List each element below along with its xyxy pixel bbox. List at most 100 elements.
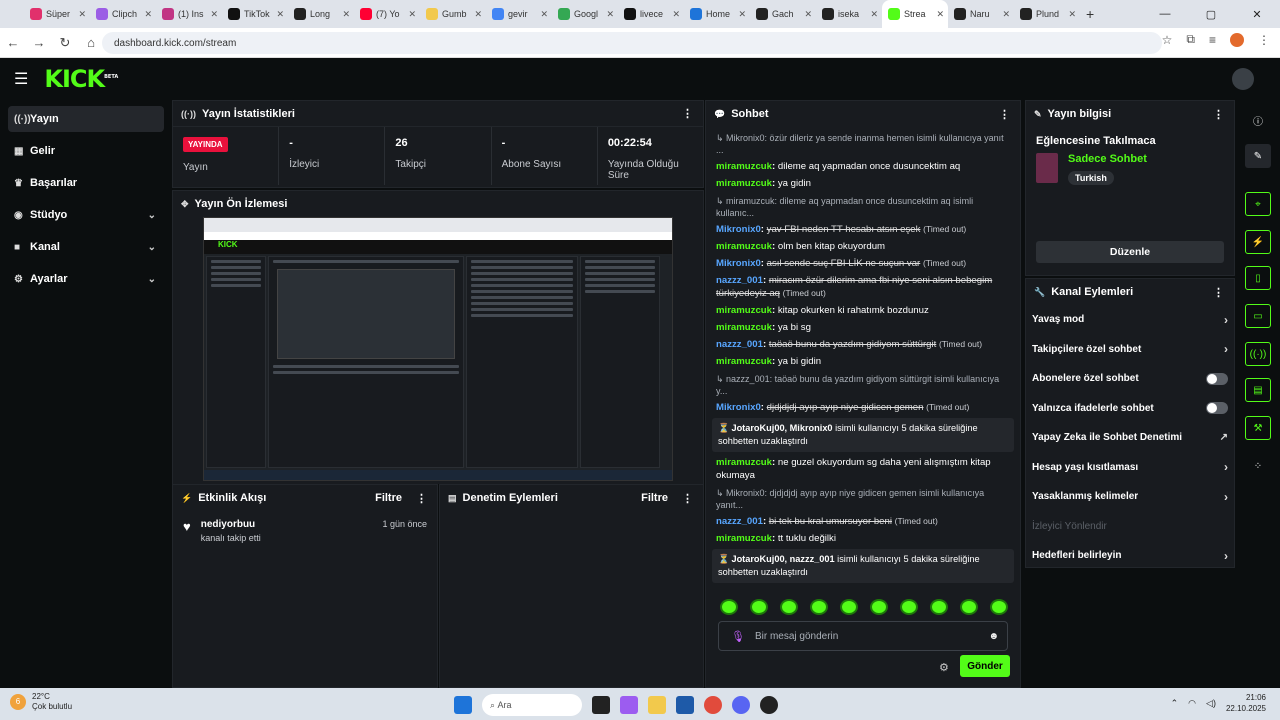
edit-button[interactable]: Düzenle: [1036, 241, 1224, 263]
channel-action-item[interactable]: Yalnızca ifadelerle sohbet: [1026, 394, 1234, 424]
browser-tab[interactable]: Home ✕: [684, 0, 750, 28]
network-icon[interactable]: ◠: [1188, 698, 1196, 709]
channel-action-item[interactable]: Yasaklanmış kelimeler ›: [1026, 482, 1234, 512]
sidebar-item-gelir[interactable]: ▦ Gelir: [8, 138, 164, 164]
task-view-icon[interactable]: [592, 696, 610, 714]
back-icon[interactable]: ←: [0, 35, 26, 50]
emote-icon[interactable]: [990, 599, 1008, 615]
channel-action-item[interactable]: Yavaş mod ›: [1026, 305, 1234, 335]
close-tab-icon[interactable]: ✕: [870, 9, 878, 20]
pencil-icon[interactable]: ✎: [1245, 144, 1271, 168]
emote-icon[interactable]: [750, 599, 768, 615]
browser-tab[interactable]: livece ✕: [618, 0, 684, 28]
kebab-menu-icon[interactable]: ⋮: [1213, 286, 1224, 299]
activity-user[interactable]: nediyorbuu: [201, 519, 261, 530]
kebab-menu-icon[interactable]: ⋮: [682, 492, 693, 505]
bookmark-star-icon[interactable]: ☆: [1162, 33, 1173, 47]
chat-icon[interactable]: ▭: [1245, 304, 1271, 328]
channel-action-item[interactable]: Yapay Zeka ile Sohbet Denetimi ↗: [1026, 423, 1234, 453]
browser-tab[interactable]: gevir ✕: [486, 0, 552, 28]
emote-icon[interactable]: [780, 599, 798, 615]
file-explorer-icon[interactable]: [648, 696, 666, 714]
extensions-icon[interactable]: ⧉: [1186, 32, 1195, 47]
chat-username[interactable]: miramuzcuk: [716, 588, 772, 589]
forward-icon[interactable]: →: [26, 35, 52, 50]
emote-icon[interactable]: [840, 599, 858, 615]
profile-avatar[interactable]: [1230, 32, 1244, 47]
browser-tab[interactable]: (1) Ins ✕: [156, 0, 222, 28]
bolt-icon[interactable]: ⚡: [1245, 230, 1271, 254]
scan-icon[interactable]: ⌖: [1245, 192, 1271, 216]
channel-action-item[interactable]: Hedefleri belirleyin ›: [1026, 541, 1234, 571]
chat-settings-icon[interactable]: ⚙: [939, 661, 949, 674]
emote-icon[interactable]: [870, 599, 888, 615]
layout-icon[interactable]: ⁘: [1245, 454, 1271, 478]
chat-username[interactable]: miramuzcuk: [716, 322, 772, 333]
maximize-icon[interactable]: ▢: [1188, 8, 1234, 21]
channel-action-item[interactable]: Abonelere özel sohbet: [1026, 364, 1234, 394]
close-tab-icon[interactable]: ✕: [276, 9, 284, 20]
close-tab-icon[interactable]: ✕: [738, 9, 746, 20]
kebab-menu-icon[interactable]: ⋮: [999, 108, 1010, 121]
toggle-switch[interactable]: [1206, 402, 1228, 415]
chat-username[interactable]: nazzz_001: [716, 516, 763, 527]
browser-tab[interactable]: Gumb ✕: [420, 0, 486, 28]
sidebar-item-kanal[interactable]: ■ Kanal ⌄: [8, 234, 164, 260]
browser-tab[interactable]: Plund ✕: [1014, 0, 1080, 28]
browser-tab[interactable]: Naru ✕: [948, 0, 1014, 28]
store-icon[interactable]: [676, 696, 694, 714]
chat-username[interactable]: miramuzcuk: [716, 305, 772, 316]
close-tab-icon[interactable]: ✕: [936, 9, 944, 20]
chat-username[interactable]: miramuzcuk: [716, 178, 772, 189]
minimize-icon[interactable]: —: [1142, 8, 1188, 20]
channel-action-item[interactable]: Takipçilere özel sohbet ›: [1026, 335, 1234, 365]
windows-start-icon[interactable]: [454, 696, 472, 714]
emote-icon[interactable]: [720, 599, 738, 615]
document-icon[interactable]: ▯: [1245, 266, 1271, 290]
browser-tab[interactable]: Clipch ✕: [90, 0, 156, 28]
kebab-menu-icon[interactable]: ⋮: [682, 107, 693, 120]
info-icon[interactable]: ⓘ: [1245, 108, 1271, 132]
browser-tab[interactable]: Long ✕: [288, 0, 354, 28]
sidebar-item-studyo[interactable]: ◉ Stüdyo ⌄: [8, 202, 164, 228]
list-icon[interactable]: ▤: [1245, 378, 1271, 402]
stream-preview-video[interactable]: KICK: [203, 217, 673, 481]
close-tab-icon[interactable]: ✕: [606, 9, 614, 20]
menu-kebab-icon[interactable]: ⋮: [1258, 33, 1270, 47]
browser-tab[interactable]: (7) Yo ✕: [354, 0, 420, 28]
kebab-menu-icon[interactable]: ⋮: [416, 492, 427, 505]
chat-username[interactable]: nazzz_001: [716, 275, 763, 286]
new-tab-icon[interactable]: +: [1086, 6, 1094, 22]
filter-button[interactable]: Filtre: [641, 492, 668, 504]
browser-tab[interactable]: TikTok ✕: [222, 0, 288, 28]
close-tab-icon[interactable]: ✕: [1068, 9, 1076, 20]
chat-messages[interactable]: ↳ Mikronix0: özür dileriz ya sende inanm…: [706, 127, 1020, 589]
microphone-icon[interactable]: 🎙: [731, 630, 745, 643]
emote-icon[interactable]: [960, 599, 978, 615]
filter-button[interactable]: Filtre: [375, 492, 402, 504]
home-icon[interactable]: ⌂: [78, 35, 104, 50]
chat-input[interactable]: 🎙 Bir mesaj gönderin ☻: [718, 621, 1008, 651]
weather-widget[interactable]: 6 22°C Çok bulutlu: [10, 692, 72, 712]
stream-category[interactable]: Sadece Sohbet: [1036, 153, 1224, 165]
browser-tab[interactable]: Googl ✕: [552, 0, 618, 28]
chat-username[interactable]: Mikronix0: [716, 224, 761, 235]
chat-username[interactable]: Mikronix0: [716, 402, 761, 413]
emote-icon[interactable]: [900, 599, 918, 615]
emoji-picker-icon[interactable]: ☻: [988, 631, 999, 642]
volume-icon[interactable]: ◁): [1206, 698, 1216, 709]
close-tab-icon[interactable]: ✕: [540, 9, 548, 20]
chat-username[interactable]: nazzz_001: [716, 339, 763, 350]
close-tab-icon[interactable]: ✕: [804, 9, 812, 20]
close-tab-icon[interactable]: ✕: [1002, 9, 1010, 20]
close-tab-icon[interactable]: ✕: [210, 9, 218, 20]
browser-tab[interactable]: Strea ✕: [882, 0, 948, 28]
tray-chevron-icon[interactable]: ⌃: [1171, 698, 1179, 709]
sidebar-item-ayarlar[interactable]: ⚙ Ayarlar ⌄: [8, 266, 164, 292]
channel-action-item[interactable]: Hesap yaşı kısıtlaması ›: [1026, 453, 1234, 483]
chrome-icon[interactable]: [704, 696, 722, 714]
emote-icon[interactable]: [930, 599, 948, 615]
taskbar-search[interactable]: ⌕ Ara: [482, 694, 582, 716]
reload-icon[interactable]: ↻: [52, 35, 78, 51]
url-field[interactable]: dashboard.kick.com/stream: [102, 32, 1162, 54]
